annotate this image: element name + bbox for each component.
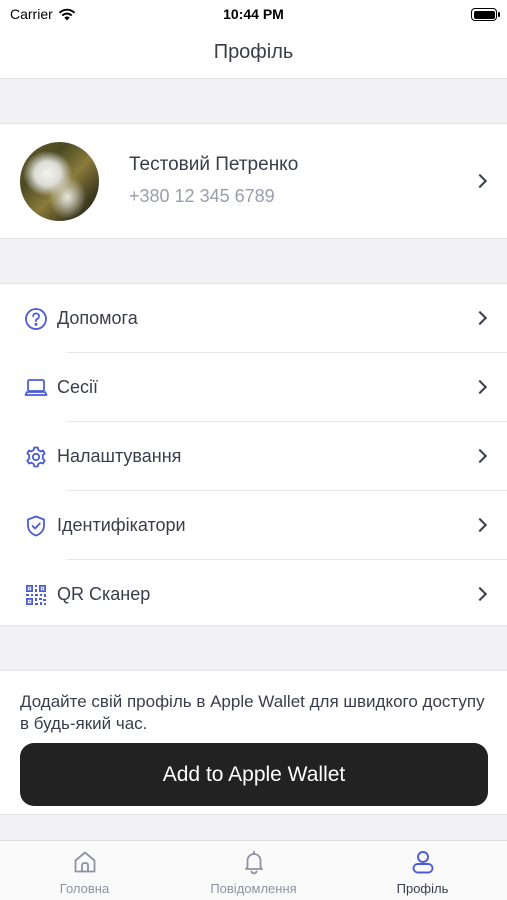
- gear-icon: [26, 446, 46, 468]
- menu-item-label: Ідентифікатори: [57, 515, 186, 535]
- tab-label: Головна: [59, 881, 110, 896]
- help-circle-icon: [25, 308, 47, 330]
- chevron-right-icon: [472, 173, 488, 189]
- menu-item-sessions[interactable]: Сесії: [0, 353, 507, 421]
- menu-item-label: Сесії: [57, 377, 99, 397]
- tab-home[interactable]: Головна: [0, 841, 169, 900]
- chevron-right-icon: [472, 448, 488, 464]
- menu-item-settings[interactable]: Налаштування: [0, 422, 507, 490]
- menu-item-label: QR Сканер: [57, 584, 151, 604]
- user-icon: [412, 851, 434, 874]
- tab-profile[interactable]: Профіль: [338, 841, 507, 900]
- menu-item-qr-scanner[interactable]: QR Сканер: [0, 560, 507, 628]
- profile-name: Тестовий Петренко: [129, 154, 299, 175]
- tab-label: Повідомлення: [210, 881, 297, 896]
- status-time: 10:44 PM: [223, 6, 284, 22]
- tab-bar: Головна Повідомлення Профіль: [0, 840, 507, 900]
- bell-icon: [245, 850, 263, 875]
- settings-menu: Допомога Сесії Налаштування Ідентифікато…: [0, 283, 507, 626]
- battery-icon: [471, 8, 500, 21]
- menu-item-identifiers[interactable]: Ідентифікатори: [0, 491, 507, 559]
- wallet-section: Додайте свій профіль в Apple Wallet для …: [0, 670, 507, 815]
- navigation-bar: Профіль: [0, 30, 507, 79]
- chevron-right-icon: [472, 379, 488, 395]
- qr-code-icon: [26, 585, 46, 605]
- menu-item-label: Допомога: [57, 308, 138, 328]
- menu-item-help[interactable]: Допомога: [0, 284, 507, 352]
- menu-item-label: Налаштування: [57, 446, 182, 466]
- status-bar: Carrier 10:44 PM: [0, 0, 507, 30]
- chevron-right-icon: [472, 586, 488, 602]
- profile-phone: +380 12 345 6789: [129, 186, 275, 206]
- home-icon: [74, 851, 96, 873]
- chevron-right-icon: [472, 517, 488, 533]
- shield-check-icon: [27, 515, 45, 537]
- chevron-right-icon: [472, 310, 488, 326]
- avatar: [20, 142, 99, 221]
- page-title: Профіль: [213, 41, 294, 63]
- tab-notifications[interactable]: Повідомлення: [169, 841, 338, 900]
- laptop-icon: [24, 379, 48, 396]
- profile-card[interactable]: Тестовий Петренко +380 12 345 6789: [0, 123, 507, 239]
- tab-label: Профіль: [396, 881, 449, 896]
- wallet-description: Додайте свій профіль в Apple Wallet для …: [20, 692, 485, 733]
- add-to-apple-wallet-button[interactable]: Add to Apple Wallet: [20, 743, 488, 806]
